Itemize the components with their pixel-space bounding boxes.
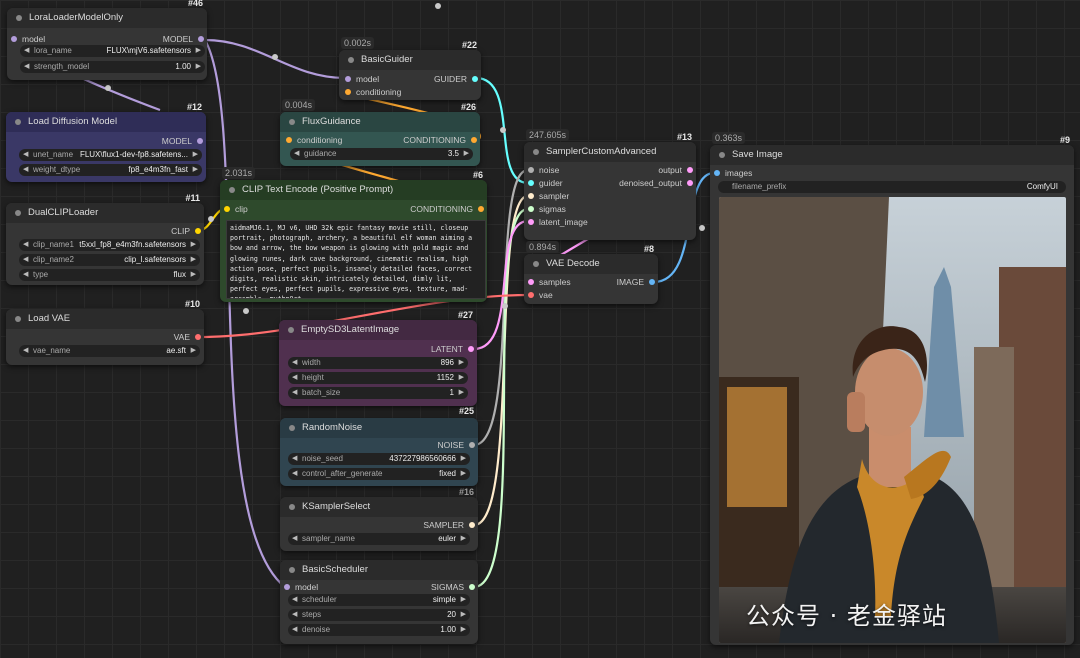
exec-time: 0.894s	[526, 241, 560, 253]
node-title[interactable]: BasicScheduler	[280, 560, 478, 580]
node-id: #22	[461, 40, 477, 50]
node-id: #46	[187, 0, 203, 8]
widget-batch-size[interactable]: ◀ batch_size 1 ▶	[288, 387, 468, 399]
input-conditioning[interactable]: conditioning	[284, 134, 342, 146]
widget-clip-name1[interactable]: ◀ clip_name1 t5xxl_fp8_e4m3fn.safetensors ▶	[19, 239, 200, 251]
output-output[interactable]: output	[658, 164, 694, 176]
node-dual-clip-loader[interactable]: #11 DualCLIPLoader CLIP ◀ clip_name1 t5xxl…	[6, 193, 204, 285]
input-sampler[interactable]: sampler	[526, 190, 569, 202]
input-noise[interactable]: noise	[526, 164, 559, 176]
output-guider[interactable]: GUIDER	[434, 73, 479, 85]
widget-clip-name2[interactable]: ◀ clip_name2 clip_l.safetensors ▶	[19, 254, 200, 266]
input-guider[interactable]: guider	[526, 177, 563, 189]
input-sigmas[interactable]: sigmas	[526, 203, 566, 215]
output-conditioning[interactable]: CONDITIONING	[403, 134, 478, 146]
widget-scheduler[interactable]: ◀ scheduler simple ▶	[288, 594, 470, 606]
node-id: #16	[458, 487, 474, 497]
widget-weight-dtype[interactable]: ◀ weight_dtype fp8_e4m3fn_fast ▶	[19, 164, 202, 176]
node-title[interactable]: DualCLIPLoader	[6, 203, 204, 223]
node-title[interactable]: Load Diffusion Model	[6, 112, 206, 132]
output-vae[interactable]: VAE	[174, 331, 202, 343]
exec-time: 0.002s	[341, 37, 375, 49]
widget-strength-model[interactable]: ◀ strength_model 1.00 ▶	[20, 61, 205, 73]
watermark-text: 公众号 · 老金驿站	[746, 602, 947, 630]
node-id: #9	[1059, 135, 1070, 145]
node-ksampler-select[interactable]: #16 KSamplerSelect SAMPLER ◀ sampler_name…	[280, 487, 478, 551]
node-id: #10	[184, 299, 200, 309]
output-image-preview[interactable]	[719, 197, 1066, 643]
node-title[interactable]: Save Image	[710, 145, 1074, 165]
node-title[interactable]: LoraLoaderModelOnly	[7, 8, 207, 28]
node-random-noise[interactable]: #25 RandomNoise NOISE ◀ noise_seed 4372279…	[280, 406, 478, 486]
widget-denoise[interactable]: ◀ denoise 1.00 ▶	[288, 624, 470, 636]
widget-control-after-generate[interactable]: ◀ control_after_generate fixed ▶	[288, 468, 470, 480]
node-title[interactable]: VAE Decode	[524, 254, 658, 274]
widget-width[interactable]: ◀ width 896 ▶	[288, 357, 468, 369]
widget-lora-name[interactable]: ◀ lora_name FLUX\mjV6.safetensors ▶	[20, 45, 205, 57]
node-title[interactable]: Load VAE	[6, 309, 204, 329]
node-id: #11	[185, 193, 200, 203]
node-basic-guider[interactable]: 0.002s #22 BasicGuider model GUIDER cond…	[339, 37, 481, 100]
input-conditioning[interactable]: conditioning	[343, 86, 401, 98]
node-title[interactable]: CLIP Text Encode (Positive Prompt)	[220, 180, 487, 200]
node-id: #27	[457, 310, 473, 320]
node-id: #26	[460, 102, 476, 112]
node-clip-text-encode[interactable]: 2.031s #6 CLIP Text Encode (Positive Pro…	[220, 167, 487, 302]
node-flux-guidance[interactable]: 0.004s #26 FluxGuidance conditioning CON…	[280, 99, 480, 166]
node-title[interactable]: FluxGuidance	[280, 112, 480, 132]
prompt-textarea[interactable]: aidmaMJ6.1, MJ v6, UHD 32k epic fantasy …	[226, 220, 486, 299]
widget-vae-name[interactable]: ◀ vae_name ae.sft ▶	[19, 345, 200, 357]
node-empty-sd3-latent[interactable]: #27 EmptySD3LatentImage LATENT ◀ width 896…	[279, 310, 477, 406]
widget-type[interactable]: ◀ type flux ▶	[19, 269, 200, 281]
output-sigmas[interactable]: SIGMAS	[431, 581, 476, 593]
node-title[interactable]: KSamplerSelect	[280, 497, 478, 517]
output-clip[interactable]: CLIP	[171, 225, 202, 237]
node-id: #8	[643, 244, 654, 254]
node-title[interactable]: EmptySD3LatentImage	[279, 320, 477, 340]
node-id: #12	[186, 102, 202, 112]
input-model[interactable]: model	[9, 33, 45, 45]
input-latent-image[interactable]: latent_image	[526, 216, 588, 228]
widget-height[interactable]: ◀ height 1152 ▶	[288, 372, 468, 384]
output-image[interactable]: IMAGE	[617, 276, 656, 288]
output-model[interactable]: MODEL	[163, 33, 205, 45]
output-conditioning[interactable]: CONDITIONING	[410, 203, 485, 215]
node-title[interactable]: SamplerCustomAdvanced	[524, 142, 696, 162]
widget-guidance[interactable]: ◀ guidance 3.5 ▶	[290, 148, 473, 160]
node-load-diffusion-model[interactable]: #12 Load Diffusion Model MODEL ◀ unet_nam…	[6, 102, 206, 182]
node-title[interactable]: RandomNoise	[280, 418, 478, 438]
input-model[interactable]: model	[282, 581, 318, 593]
output-sampler[interactable]: SAMPLER	[423, 519, 476, 531]
node-lora-loader[interactable]: #46 LoraLoaderModelOnly model MODEL ◀ lor…	[7, 0, 207, 80]
input-model[interactable]: model	[343, 73, 379, 85]
node-id: #13	[676, 132, 692, 142]
widget-noise-seed[interactable]: ◀ noise_seed 437227986560666 ▶	[288, 453, 470, 465]
node-basic-scheduler[interactable]: #17 BasicScheduler model SIGMAS ◀schedul…	[280, 560, 478, 644]
node-vae-decode[interactable]: 0.894s #8 VAE Decode samples IMAGE vae	[524, 241, 658, 304]
exec-time: 0.004s	[282, 99, 316, 111]
input-clip[interactable]: clip	[222, 203, 248, 215]
widget-steps[interactable]: ◀ steps 20 ▶	[288, 609, 470, 621]
node-save-image[interactable]: 0.363s #9 Save Image images filename_pre…	[710, 132, 1074, 645]
output-noise[interactable]: NOISE	[438, 439, 476, 451]
node-load-vae[interactable]: #10 Load VAE VAE ◀ vae_name ae.sft ▶	[6, 299, 204, 365]
input-vae[interactable]: vae	[526, 289, 553, 301]
widget-filename-prefix[interactable]: filename_prefix ComfyUI	[718, 181, 1066, 193]
widget-unet-name[interactable]: ◀ unet_name FLUX\flux1-dev-fp8.safetens...…	[19, 149, 202, 161]
node-id: #25	[458, 406, 474, 416]
exec-time: 0.363s	[712, 132, 746, 144]
input-images[interactable]: images	[712, 167, 752, 179]
exec-time: 2.031s	[222, 167, 256, 179]
output-model[interactable]: MODEL	[162, 135, 204, 147]
output-latent[interactable]: LATENT	[431, 343, 475, 355]
widget-sampler-name[interactable]: ◀ sampler_name euler ▶	[288, 533, 470, 545]
exec-time: 247.605s	[526, 129, 570, 141]
generated-portrait-image	[719, 197, 1066, 643]
node-title[interactable]: BasicGuider	[339, 50, 481, 70]
output-denoised-output[interactable]: denoised_output	[619, 177, 694, 189]
node-sampler-custom-advanced[interactable]: 247.605s #13 SamplerCustomAdvanced noise…	[524, 129, 696, 240]
node-id: #6	[472, 170, 483, 180]
input-samples[interactable]: samples	[526, 276, 571, 288]
